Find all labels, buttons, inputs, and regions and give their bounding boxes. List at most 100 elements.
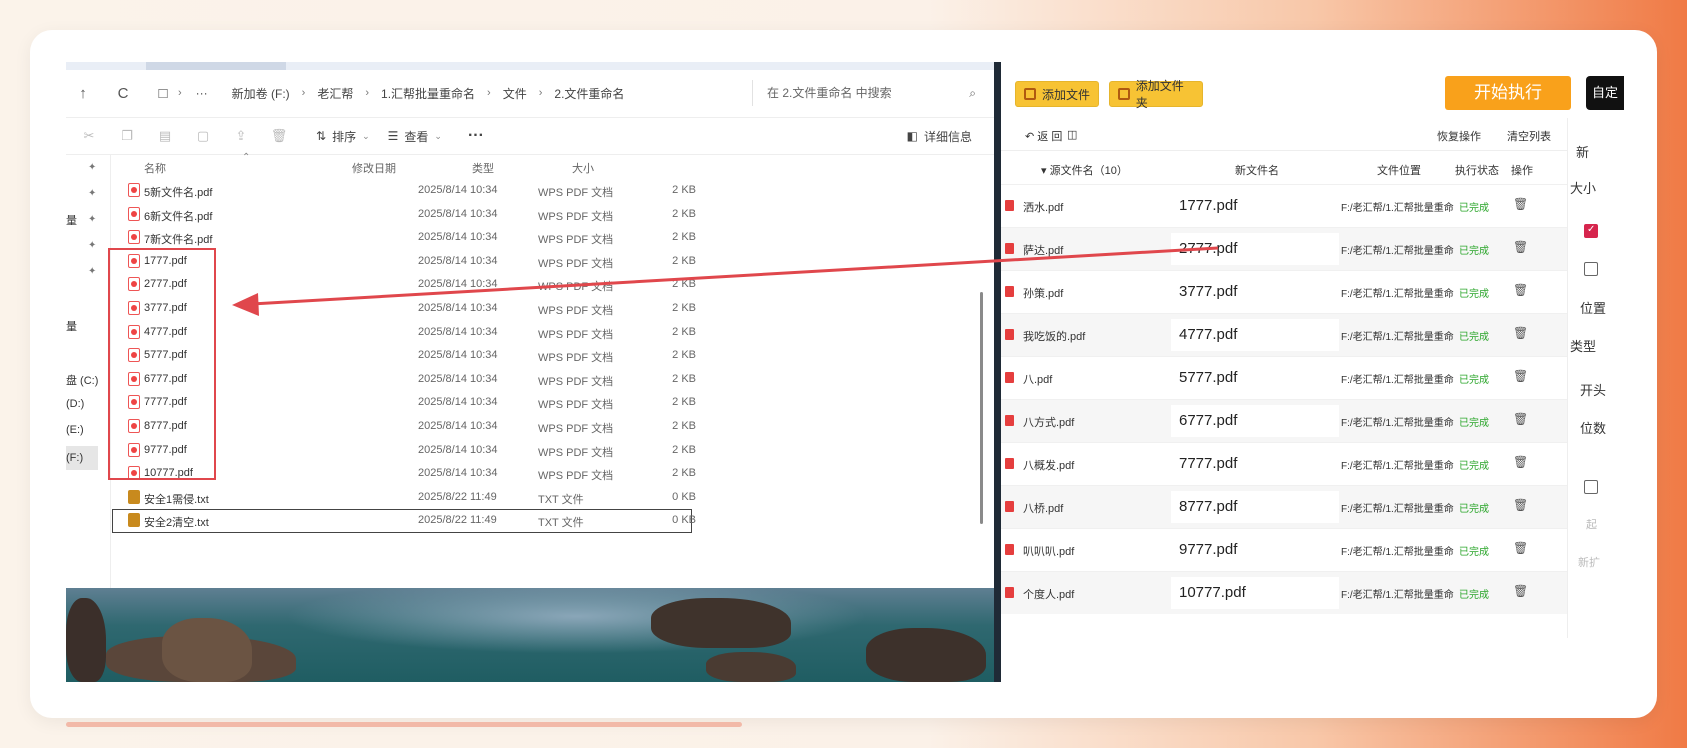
rename-row[interactable]: 八桥.pdf 8777.pdf F:/老汇帮/1.汇帮批量重命 已完成 🗑 xyxy=(1001,485,1567,528)
pin-icon[interactable]: ✦ xyxy=(88,240,96,251)
trash-icon[interactable]: 🗑 xyxy=(1513,326,1528,340)
drive-f[interactable]: (F:) xyxy=(66,446,98,470)
more-crumbs-button[interactable]: ··· xyxy=(196,86,208,100)
pin-icon[interactable]: ✦ xyxy=(88,188,96,199)
settings-start-label-faded: 起 xyxy=(1586,519,1597,531)
drive-c[interactable]: 盘 (C:) xyxy=(66,372,98,388)
refresh-icon[interactable]: C xyxy=(108,85,138,102)
new-file-name-field[interactable]: 7777.pdf xyxy=(1171,448,1339,480)
new-file-name-field[interactable]: 10777.pdf xyxy=(1171,577,1339,609)
rename-row[interactable]: 八概发.pdf 7777.pdf F:/老汇帮/1.汇帮批量重命 已完成 🗑 xyxy=(1001,442,1567,485)
more-options-button[interactable]: ··· xyxy=(468,127,484,145)
search-placeholder: 在 2.文件重命名 中搜索 xyxy=(767,86,892,100)
chevron-right-icon: › xyxy=(178,87,182,99)
rename-row[interactable]: 八.pdf 5777.pdf F:/老汇帮/1.汇帮批量重命 已完成 🗑 xyxy=(1001,356,1567,399)
file-row[interactable]: 安全2清空.txt 2025/8/22 11:49 TXT 文件 0 KB xyxy=(112,509,696,533)
cut-icon[interactable]: ✂ xyxy=(70,128,108,144)
rename-tool-panel: 添加文件 添加文件夹 开始执行 自定 ↶ 返 回 ◫ 恢复操作 清空列表 ▾ 源… xyxy=(1001,62,1624,682)
custom-button[interactable]: 自定 xyxy=(1586,76,1624,110)
trash-icon[interactable]: 🗑 xyxy=(1513,498,1528,512)
breadcrumb-folder-3[interactable]: 文件 xyxy=(503,85,527,102)
pdf-file-icon xyxy=(128,206,140,221)
file-row[interactable]: 安全1需侵.txt 2025/8/22 11:49 TXT 文件 0 KB xyxy=(112,486,696,510)
column-operation: 操作 xyxy=(1511,165,1533,177)
restore-button[interactable]: 恢复操作 xyxy=(1437,128,1481,144)
start-button[interactable]: 开始执行 xyxy=(1445,76,1571,110)
breadcrumb-folder-1[interactable]: 老汇帮 xyxy=(317,85,353,102)
trash-icon[interactable]: 🗑 xyxy=(1513,584,1528,598)
rename-row[interactable]: 萨达.pdf 2777.pdf F:/老汇帮/1.汇帮批量重命 已完成 🗑 xyxy=(1001,227,1567,270)
new-file-name-field[interactable]: 1777.pdf xyxy=(1171,190,1339,222)
trash-icon[interactable]: 🗑 xyxy=(1513,455,1528,469)
new-file-name-field[interactable]: 8777.pdf xyxy=(1171,491,1339,523)
column-type[interactable]: 类型 xyxy=(472,160,494,176)
drive-e[interactable]: (E:) xyxy=(66,424,84,436)
file-row[interactable]: 6新文件名.pdf 2025/8/14 10:34 WPS PDF 文档 2 KB xyxy=(112,203,696,227)
search-icon[interactable]: ⌕ xyxy=(969,80,976,106)
monitor-icon[interactable]: □ xyxy=(148,85,178,102)
search-input[interactable]: 在 2.文件重命名 中搜索 ⌕ xyxy=(752,80,986,106)
pin-icon[interactable]: ✦ xyxy=(88,162,96,173)
file-type: WPS PDF 文档 xyxy=(538,399,614,412)
rename-row[interactable]: 洒水.pdf 1777.pdf F:/老汇帮/1.汇帮批量重命 已完成 🗑 xyxy=(1001,184,1567,227)
column-name[interactable]: 名称 xyxy=(144,160,166,176)
add-folder-button[interactable]: 添加文件夹 xyxy=(1109,79,1203,110)
rename-row[interactable]: 孙策.pdf 3777.pdf F:/老汇帮/1.汇帮批量重命 已完成 🗑 xyxy=(1001,270,1567,313)
rename-row[interactable]: 我吃饭的.pdf 4777.pdf F:/老汇帮/1.汇帮批量重命 已完成 🗑 xyxy=(1001,313,1567,356)
rename-row[interactable]: 八方式.pdf 6777.pdf F:/老汇帮/1.汇帮批量重命 已完成 🗑 xyxy=(1001,399,1567,442)
file-row[interactable]: 5新文件名.pdf 2025/8/14 10:34 WPS PDF 文档 2 KB xyxy=(112,179,696,203)
settings-checkbox-checked[interactable] xyxy=(1584,224,1598,238)
column-date[interactable]: 修改日期 xyxy=(352,160,396,176)
quick-access-item[interactable]: 量 xyxy=(66,318,77,334)
rename-row[interactable]: 个度人.pdf 10777.pdf F:/老汇帮/1.汇帮批量重命 已完成 🗑 xyxy=(1001,571,1567,614)
copy-icon[interactable]: ❐ xyxy=(108,128,146,144)
breadcrumb-drive[interactable]: 新加卷 (F:) xyxy=(232,85,290,102)
file-row[interactable]: 7新文件名.pdf 2025/8/14 10:34 WPS PDF 文档 2 KB xyxy=(112,226,696,250)
column-source-name[interactable]: ▾ 源文件名（10） xyxy=(1041,162,1128,178)
grid-icon[interactable]: ◫ xyxy=(1067,128,1077,141)
view-button[interactable]: ☰ 查看 ⌄ xyxy=(388,128,442,145)
clear-list-button[interactable]: 清空列表 xyxy=(1507,128,1551,144)
file-date: 2025/8/22 11:49 xyxy=(418,514,497,527)
file-size: 2 KB xyxy=(672,278,696,291)
settings-type-label: 类型 xyxy=(1570,339,1597,354)
quick-access-item[interactable]: 量 xyxy=(66,212,77,228)
chevron-right-icon: › xyxy=(538,87,543,99)
pin-icon[interactable]: ✦ xyxy=(88,214,96,225)
file-list-header: ⌃ 名称 修改日期 类型 大小 xyxy=(112,152,692,178)
trash-icon[interactable]: 🗑 xyxy=(1513,369,1528,383)
sort-button[interactable]: ⇅ 排序 ⌄ xyxy=(316,128,370,145)
new-file-name-field[interactable]: 6777.pdf xyxy=(1171,405,1339,437)
rename-row[interactable]: 叭叭叭.pdf 9777.pdf F:/老汇帮/1.汇帮批量重命 已完成 🗑 xyxy=(1001,528,1567,571)
trash-icon[interactable]: 🗑 xyxy=(1513,197,1528,211)
breadcrumb-current[interactable]: 2.文件重命名 xyxy=(554,85,624,102)
trash-icon[interactable]: 🗑 xyxy=(1513,541,1528,555)
paste-icon[interactable]: ▤ xyxy=(146,128,184,144)
file-size: 2 KB xyxy=(672,372,696,385)
column-size[interactable]: 大小 xyxy=(572,160,594,176)
file-list-scrollbar[interactable] xyxy=(980,292,983,524)
new-file-name-field[interactable]: 2777.pdf xyxy=(1171,233,1339,265)
settings-checkbox[interactable] xyxy=(1584,262,1598,276)
breadcrumb-folder-2[interactable]: 1.汇帮批量重命名 xyxy=(381,85,475,102)
up-arrow-icon[interactable]: ↑ xyxy=(68,85,98,102)
drive-d[interactable]: (D:) xyxy=(66,398,84,410)
trash-icon[interactable]: 🗑 xyxy=(1513,412,1528,426)
rename-icon[interactable]: ▢ xyxy=(184,128,222,144)
new-file-name-field[interactable]: 3777.pdf xyxy=(1171,276,1339,308)
delete-icon[interactable]: 🗑 xyxy=(260,128,298,144)
new-file-name-field[interactable]: 4777.pdf xyxy=(1171,319,1339,351)
details-pane-button[interactable]: ◧ 详细信息 xyxy=(907,128,972,145)
trash-icon[interactable]: 🗑 xyxy=(1513,240,1528,254)
add-file-button[interactable]: 添加文件 xyxy=(1015,81,1099,107)
pin-icon[interactable]: ✦ xyxy=(88,266,96,277)
add-file-icon xyxy=(1024,88,1036,100)
new-file-name-field[interactable]: 5777.pdf xyxy=(1171,362,1339,394)
share-icon[interactable]: ⇪ xyxy=(222,128,260,144)
settings-checkbox[interactable] xyxy=(1584,480,1598,494)
trash-icon[interactable]: 🗑 xyxy=(1513,283,1528,297)
status-badge: 已完成 xyxy=(1459,332,1489,343)
new-file-name-field[interactable]: 9777.pdf xyxy=(1171,534,1339,566)
rock xyxy=(66,598,106,682)
back-button[interactable]: ↶ 返 回 xyxy=(1025,128,1062,144)
